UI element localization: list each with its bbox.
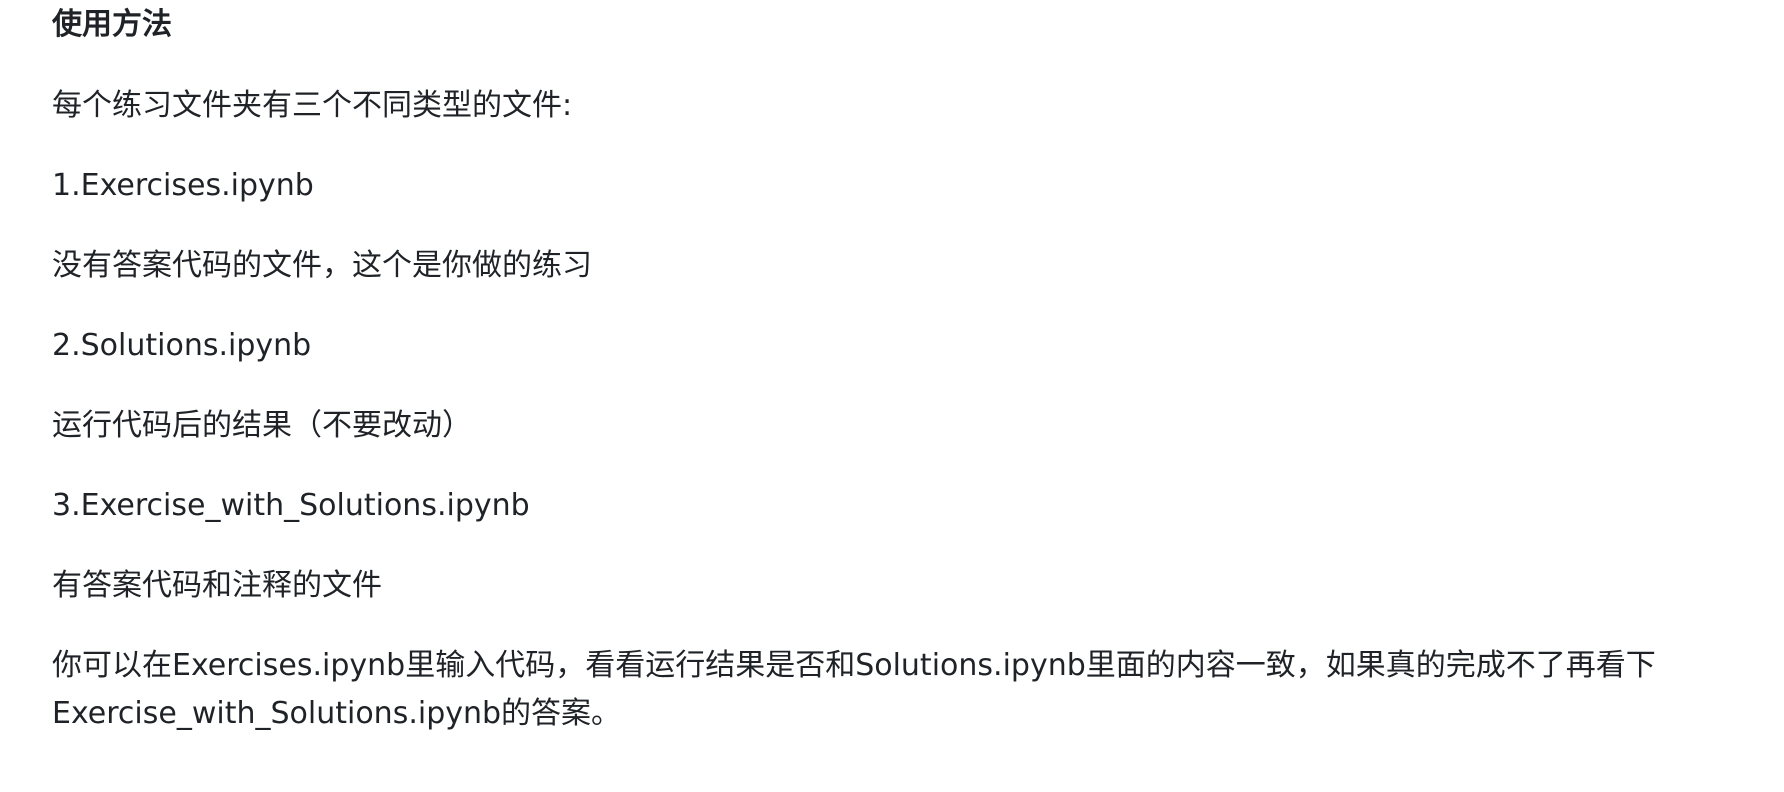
- intro-paragraph: 每个练习文件夹有三个不同类型的文件:: [52, 88, 573, 123]
- file-item-solutions: 2.Solutions.ipynb: [52, 328, 312, 363]
- file-item-exercises: 1.Exercises.ipynb: [52, 168, 314, 203]
- file-description-solutions: 运行代码后的结果（不要改动）: [52, 408, 472, 443]
- file-description-exercises: 没有答案代码的文件，这个是你做的练习: [52, 248, 592, 283]
- usage-instructions-line-1: 你可以在Exercises.ipynb里输入代码，看看运行结果是否和Soluti…: [52, 648, 1656, 683]
- usage-instructions-line-2: Exercise_with_Solutions.ipynb的答案。: [52, 696, 622, 731]
- section-heading: 使用方法: [52, 7, 172, 42]
- usage-instructions-paragraph: 你可以在Exercises.ipynb里输入代码，看看运行结果是否和Soluti…: [52, 642, 1656, 738]
- file-item-exercise-with-solutions: 3.Exercise_with_Solutions.ipynb: [52, 488, 530, 523]
- file-description-exercise-with-solutions: 有答案代码和注释的文件: [52, 568, 382, 603]
